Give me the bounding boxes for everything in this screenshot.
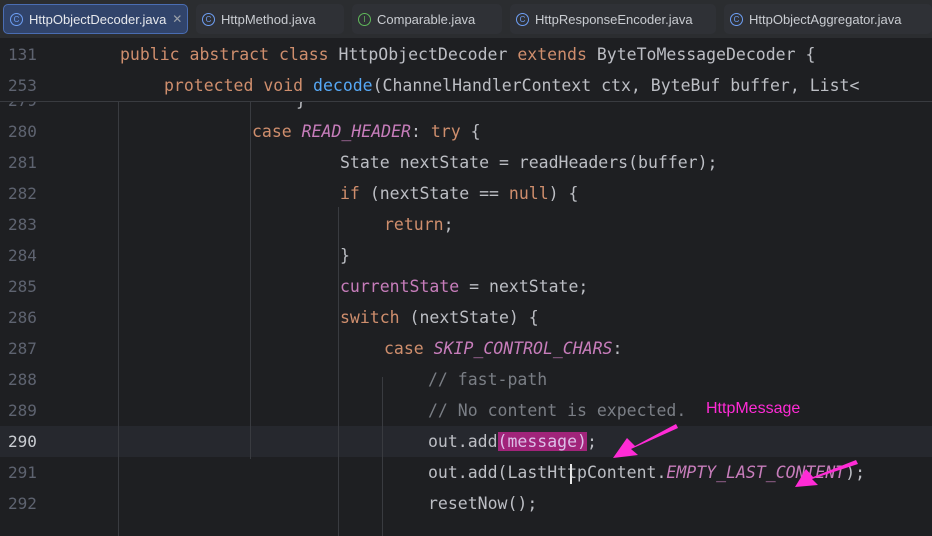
- annotation-arrows: [613, 424, 858, 487]
- annotation-arrow-2: [795, 460, 858, 487]
- annotation-arrow-1: [613, 424, 678, 458]
